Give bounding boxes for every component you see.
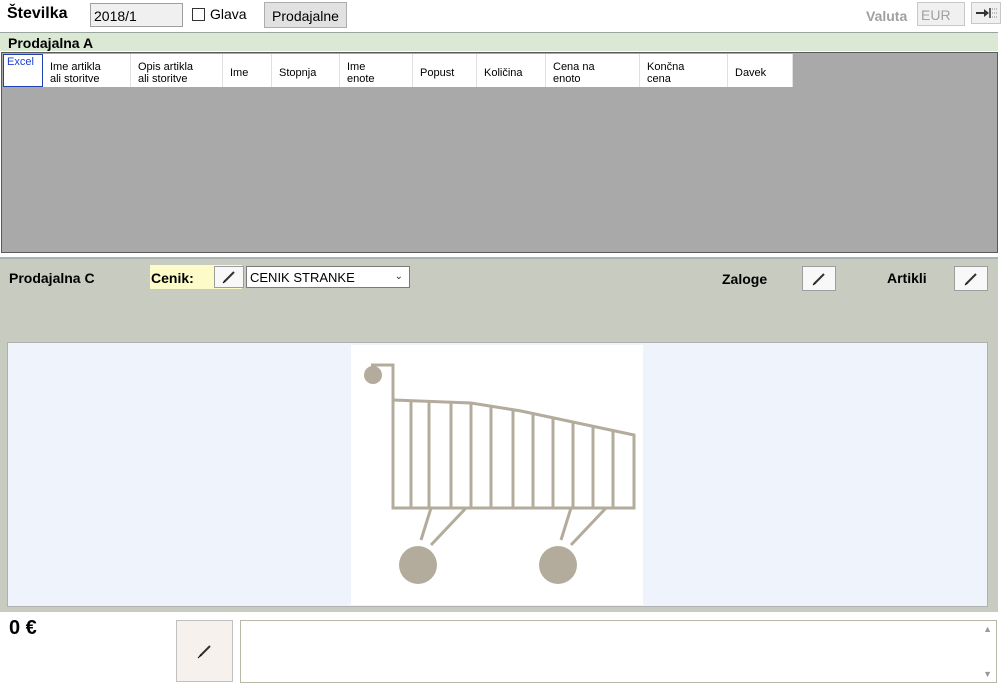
column-header-popust[interactable]: Popust: [413, 54, 477, 87]
column-header-ime-artikla[interactable]: Ime artikla ali storitve: [43, 54, 131, 87]
column-header-stopnja[interactable]: Stopnja: [272, 54, 340, 87]
zaloge-label: Zaloge: [722, 271, 768, 287]
artikli-edit-button[interactable]: [954, 266, 988, 291]
chevron-down-icon: ⌄: [394, 271, 403, 282]
cenik-dropdown[interactable]: CENIK STRANKE ⌄: [246, 266, 410, 288]
cenik-dropdown-value: CENIK STRANKE: [250, 270, 355, 285]
stevilka-label: Številka: [7, 5, 68, 22]
export-button[interactable]: [971, 2, 1001, 24]
valuta-input: EUR: [917, 2, 965, 26]
cart-area[interactable]: [7, 342, 988, 607]
total-amount: 0 €: [9, 617, 37, 639]
note-textarea[interactable]: ▲ ▼: [240, 620, 997, 683]
section-c-panel: Prodajalna C Cenik: CENIK STRANKE ⌄ Zalo…: [0, 257, 998, 612]
section-a-title: Prodajalna A: [8, 35, 94, 51]
pencil-icon: [222, 271, 235, 284]
prodajalne-button[interactable]: Prodajalne: [264, 2, 347, 28]
column-header-ime[interactable]: Ime: [223, 54, 272, 87]
pencil-icon: [964, 272, 977, 285]
stevilka-input[interactable]: 2018/1: [90, 3, 183, 27]
zaloge-edit-button[interactable]: [802, 266, 836, 291]
scroll-up-icon[interactable]: ▲: [983, 624, 992, 634]
glava-checkbox[interactable]: [192, 8, 205, 21]
column-header-ime-enote[interactable]: Ime enote: [340, 54, 413, 87]
pencil-icon: [812, 272, 825, 285]
top-toolbar: Številka 2018/1 Glava Prodajalne Valuta …: [0, 0, 1004, 30]
shopping-cart-icon: [364, 363, 636, 584]
section-a-header: Prodajalna A: [0, 32, 998, 51]
note-scrollbar[interactable]: ▲ ▼: [979, 621, 996, 682]
section-c-title: Prodajalna C: [9, 270, 95, 286]
excel-column-button[interactable]: Excel: [3, 54, 43, 87]
column-header-cena-na-enoto[interactable]: Cena na enoto: [546, 54, 640, 87]
scroll-down-icon[interactable]: ▼: [983, 669, 992, 679]
column-header-davek[interactable]: Davek: [728, 54, 793, 87]
glava-label: Glava: [210, 6, 247, 22]
export-arrow-icon: [976, 8, 998, 18]
column-header-koncna-cena[interactable]: Končna cena: [640, 54, 728, 87]
cart-image-panel: [351, 345, 643, 605]
cenik-edit-button[interactable]: [214, 266, 244, 288]
column-header-opis-artikla[interactable]: Opis artikla ali storitve: [131, 54, 223, 87]
note-edit-button[interactable]: [176, 620, 233, 682]
column-header-kolicina[interactable]: Količina: [477, 54, 546, 87]
items-grid[interactable]: Excel Ime artikla ali storitve Opis arti…: [1, 52, 998, 253]
grid-header-row: Excel Ime artikla ali storitve Opis arti…: [3, 54, 793, 87]
valuta-label: Valuta: [866, 8, 908, 24]
pencil-icon: [197, 645, 211, 659]
artikli-label: Artikli: [887, 270, 927, 286]
cenik-label: Cenik:: [151, 270, 194, 286]
